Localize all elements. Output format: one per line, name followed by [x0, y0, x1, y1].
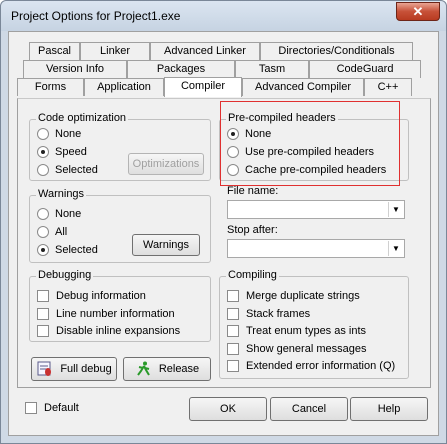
warnings-all-label: All: [55, 226, 68, 238]
checkbox-icon: [37, 290, 49, 302]
code-opt-none-radio[interactable]: None: [37, 127, 81, 141]
pch-use-radio[interactable]: Use pre-compiled headers: [227, 145, 374, 159]
default-label: Default: [44, 402, 79, 414]
chevron-down-icon[interactable]: ▼: [388, 202, 403, 217]
treat-enum-types-checkbox[interactable]: Treat enum types as ints: [227, 324, 366, 338]
tab-compiler[interactable]: Compiler: [164, 77, 242, 97]
warnings-selected-label: Selected: [55, 244, 98, 256]
runner-icon: [135, 361, 153, 377]
checkbox-icon: [227, 343, 239, 355]
release-label: Release: [158, 363, 200, 375]
line-number-information-checkbox[interactable]: Line number information: [37, 307, 175, 321]
file-name-combo[interactable]: ▼: [227, 200, 405, 219]
debug-information-label: Debug information: [56, 290, 146, 302]
cancel-button[interactable]: Cancel: [270, 397, 348, 421]
line-number-information-label: Line number information: [56, 308, 175, 320]
radio-off-icon: [37, 128, 49, 140]
pch-use-label: Use pre-compiled headers: [245, 146, 375, 158]
pch-none-label: None: [245, 128, 272, 140]
tab-cpp[interactable]: C++: [364, 78, 412, 96]
merge-duplicate-strings-checkbox[interactable]: Merge duplicate strings: [227, 289, 360, 303]
radio-on-icon: [227, 128, 239, 140]
default-checkbox[interactable]: Default: [25, 401, 79, 415]
checkbox-icon: [227, 308, 239, 320]
debugging-title: Debugging: [36, 269, 94, 281]
treat-enum-types-label: Treat enum types as ints: [246, 325, 367, 337]
warnings-none-label: None: [55, 208, 82, 220]
project-options-dialog: Project Options for Project1.exe ✕ Pasca…: [0, 0, 447, 444]
stop-after-label: Stop after:: [227, 224, 278, 236]
radio-off-icon: [37, 208, 49, 220]
pch-none-radio[interactable]: None: [227, 127, 271, 141]
code-optimization-title: Code optimization: [36, 112, 129, 124]
tab-codeguard[interactable]: CodeGuard: [309, 60, 421, 78]
checkbox-icon: [37, 325, 49, 337]
ok-button[interactable]: OK: [189, 397, 267, 421]
checkbox-icon: [25, 402, 37, 414]
radio-on-icon: [37, 146, 49, 158]
tab-application[interactable]: Application: [84, 78, 164, 96]
pch-cache-label: Cache pre-compiled headers: [245, 164, 387, 176]
help-button[interactable]: Help: [350, 397, 428, 421]
close-icon: ✕: [412, 4, 424, 19]
file-name-label: File name:: [227, 185, 279, 197]
tab-advanced-compiler[interactable]: Advanced Compiler: [242, 78, 364, 96]
full-debug-label: Full debug: [60, 363, 112, 375]
pch-cache-radio[interactable]: Cache pre-compiled headers: [227, 163, 386, 177]
window-title: Project Options for Project1.exe: [11, 9, 181, 23]
precompiled-headers-title: Pre-compiled headers: [226, 112, 338, 124]
chevron-down-icon[interactable]: ▼: [388, 241, 403, 256]
code-opt-speed-radio[interactable]: Speed: [37, 145, 87, 159]
warnings-none-radio[interactable]: None: [37, 207, 81, 221]
full-debug-button[interactable]: Full debug: [31, 357, 117, 381]
checkbox-icon: [227, 360, 239, 372]
disable-inline-expansions-checkbox[interactable]: Disable inline expansions: [37, 324, 180, 338]
compiling-title: Compiling: [226, 269, 279, 281]
tab-forms[interactable]: Forms: [17, 78, 84, 96]
tab-directories-conditionals[interactable]: Directories/Conditionals: [260, 42, 413, 60]
tab-linker[interactable]: Linker: [80, 42, 150, 60]
code-opt-none-label: None: [55, 128, 82, 140]
radio-on-icon: [37, 244, 49, 256]
radio-off-icon: [37, 226, 49, 238]
radio-off-icon: [227, 164, 239, 176]
code-opt-selected-label: Selected: [55, 164, 98, 176]
tab-advanced-linker[interactable]: Advanced Linker: [150, 42, 260, 60]
bug-icon: [36, 361, 54, 377]
tab-packages[interactable]: Packages: [127, 60, 235, 78]
checkbox-icon: [37, 308, 49, 320]
extended-error-information-label: Extended error information (Q): [246, 360, 396, 372]
warnings-selected-radio[interactable]: Selected: [37, 243, 98, 257]
extended-error-information-checkbox[interactable]: Extended error information (Q): [227, 359, 395, 373]
tab-pascal[interactable]: Pascal: [29, 42, 80, 60]
code-opt-speed-label: Speed: [55, 146, 87, 158]
code-opt-selected-radio[interactable]: Selected: [37, 163, 98, 177]
debug-information-checkbox[interactable]: Debug information: [37, 289, 146, 303]
warnings-title: Warnings: [36, 188, 87, 200]
optimizations-button[interactable]: Optimizations: [128, 153, 204, 175]
checkbox-icon: [227, 325, 239, 337]
show-general-messages-checkbox[interactable]: Show general messages: [227, 342, 366, 356]
merge-duplicate-strings-label: Merge duplicate strings: [246, 290, 360, 302]
stop-after-combo[interactable]: ▼: [227, 239, 405, 258]
warnings-all-radio[interactable]: All: [37, 225, 67, 239]
release-button[interactable]: Release: [123, 357, 211, 381]
close-button[interactable]: ✕: [396, 2, 440, 21]
stack-frames-checkbox[interactable]: Stack frames: [227, 307, 310, 321]
warnings-button[interactable]: Warnings: [132, 234, 200, 256]
title-bar: Project Options for Project1.exe ✕: [1, 1, 446, 31]
checkbox-icon: [227, 290, 239, 302]
tab-tasm[interactable]: Tasm: [235, 60, 309, 78]
tab-version-info[interactable]: Version Info: [23, 60, 127, 78]
disable-inline-expansions-label: Disable inline expansions: [56, 325, 181, 337]
radio-off-icon: [37, 164, 49, 176]
show-general-messages-label: Show general messages: [246, 343, 367, 355]
radio-off-icon: [227, 146, 239, 158]
stack-frames-label: Stack frames: [246, 308, 311, 320]
